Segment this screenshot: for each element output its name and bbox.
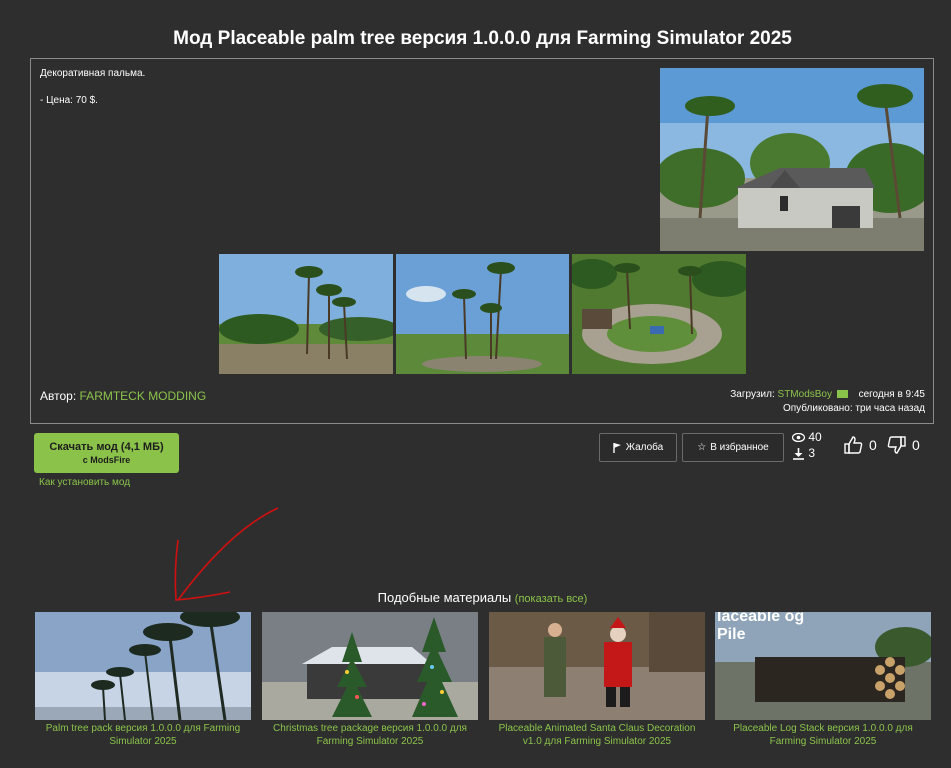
- similar-caption[interactable]: Palm tree pack версия 1.0.0.0 для Farmin…: [35, 722, 251, 748]
- similar-caption[interactable]: Christmas tree package версия 1.0.0.0 дл…: [262, 722, 478, 748]
- uploaded-by-label: Загрузил:: [730, 389, 775, 400]
- report-label: Жалоба: [625, 442, 664, 453]
- similar-card[interactable]: Palm tree pack версия 1.0.0.0 для Farmin…: [35, 612, 251, 748]
- similar-thumbnail[interactable]: [35, 612, 251, 720]
- published-time: Опубликовано: три часа назад: [782, 403, 925, 414]
- description-line: Декоративная пальма.: [40, 68, 146, 79]
- screenshot-thumbnail[interactable]: [396, 254, 569, 374]
- similar-materials-heading: Подобные материалы (показать все): [0, 590, 951, 605]
- similar-thumbnail[interactable]: [262, 612, 478, 720]
- downloads-count: 3: [808, 446, 816, 460]
- main-screenshot[interactable]: [660, 68, 924, 251]
- similar-caption[interactable]: Placeable Animated Santa Claus Decoratio…: [489, 722, 705, 748]
- stats: 40 3: [791, 429, 822, 461]
- thumbs-up-icon: [844, 436, 863, 454]
- similar-card[interactable]: laceable og Pile Placeable Log Stack вер…: [715, 612, 931, 748]
- report-button[interactable]: Жалоба: [599, 433, 677, 462]
- download-source: с ModsFire: [82, 455, 131, 465]
- dislikes-count: 0: [912, 437, 920, 453]
- author-link[interactable]: FARMTECK MODDING: [80, 389, 207, 403]
- download-button-label: Скачать мод (4,1 МБ): [49, 441, 164, 453]
- similar-caption[interactable]: Placeable Log Stack версия 1.0.0.0 для F…: [715, 722, 931, 748]
- favorite-label: В избранное: [710, 442, 769, 453]
- similar-card[interactable]: Placeable Animated Santa Claus Decoratio…: [489, 612, 705, 748]
- thumbs-down-icon: [887, 436, 906, 454]
- author-line: Автор: FARMTECK MODDING: [40, 389, 206, 403]
- download-icon: [793, 447, 804, 460]
- author-label: Автор:: [40, 389, 77, 403]
- dislike-button[interactable]: 0: [887, 436, 920, 454]
- flag-icon: [613, 442, 621, 453]
- favorite-button[interactable]: ☆ В избранное: [682, 433, 784, 462]
- how-to-install-link[interactable]: Как установить мод: [39, 477, 130, 488]
- views-count: 40: [808, 430, 822, 444]
- thumbnail-overlay-text: laceable og Pile: [717, 612, 805, 643]
- upload-time: сегодня в 9:45: [858, 389, 925, 400]
- price-line: - Цена: 70 $.: [40, 95, 98, 106]
- similar-title: Подобные материалы: [377, 590, 512, 605]
- upload-info: Загрузил: STModsBoy сегодня в 9:45 Опубл…: [730, 388, 925, 416]
- screenshot-thumbnail[interactable]: [219, 254, 393, 374]
- eye-icon: [791, 433, 806, 443]
- similar-thumbnail[interactable]: laceable og Pile: [715, 612, 931, 720]
- similar-card[interactable]: Christmas tree package версия 1.0.0.0 дл…: [262, 612, 478, 748]
- similar-thumbnail[interactable]: [489, 612, 705, 720]
- like-button[interactable]: 0: [844, 436, 877, 454]
- page-title: Мод Placeable palm tree версия 1.0.0.0 д…: [173, 28, 792, 49]
- screenshot-thumbnail[interactable]: [572, 254, 746, 374]
- mail-icon[interactable]: [836, 390, 848, 399]
- star-icon: ☆: [697, 442, 707, 453]
- show-all-link[interactable]: (показать все): [515, 593, 588, 605]
- likes-count: 0: [869, 437, 877, 453]
- download-button[interactable]: Скачать мод (4,1 МБ) с ModsFire: [34, 433, 179, 473]
- uploader-link[interactable]: STModsBoy: [778, 389, 832, 400]
